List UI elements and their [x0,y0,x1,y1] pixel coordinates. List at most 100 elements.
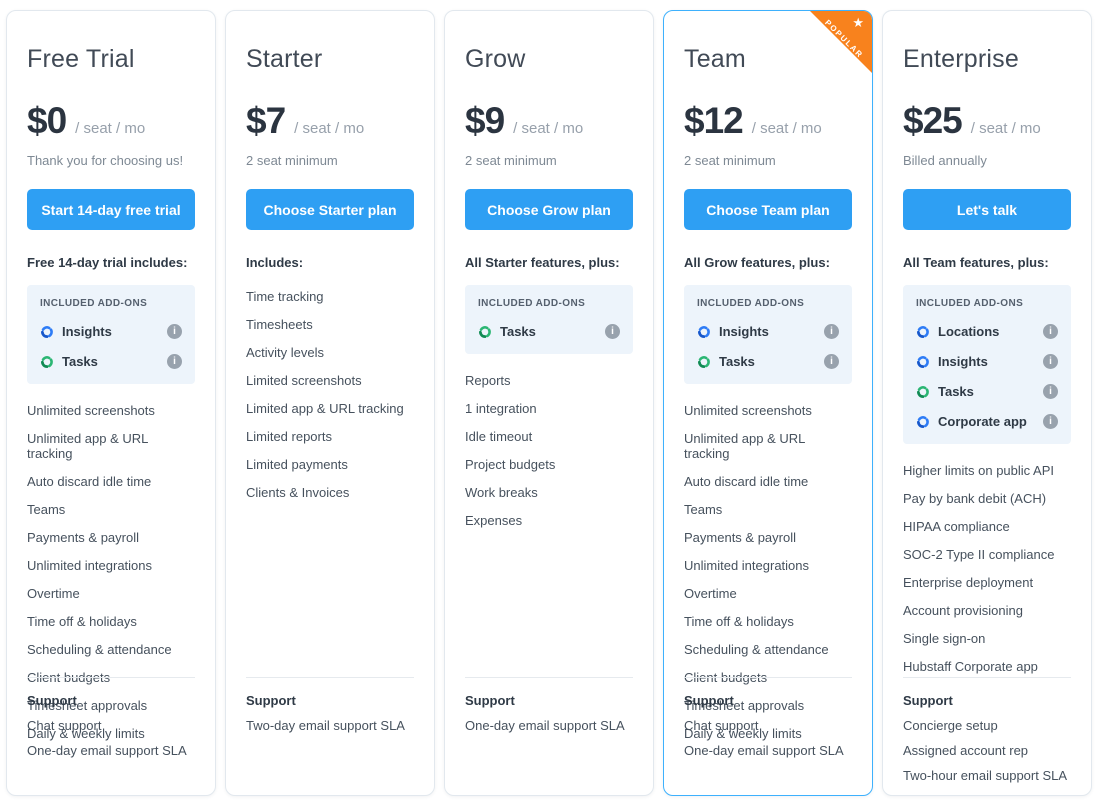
feature-item: Time tracking [246,283,414,311]
feature-item: Auto discard idle time [27,468,195,496]
plan-price: $9 [465,100,504,142]
price-note: 2 seat minimum [246,153,414,168]
support-item: One-day email support SLA [684,743,852,758]
feature-item: Reports [465,367,633,395]
addon-name: Corporate app [938,414,1027,429]
support-title: Support [465,693,633,708]
support-section: Support One-day email support SLA [465,677,633,733]
info-icon[interactable]: i [824,354,839,369]
feature-item: 1 integration [465,395,633,423]
addon-row: Tasks i [478,324,620,339]
price-row: $12 / seat / mo [684,100,852,142]
plan-title: Starter [246,45,414,74]
included-addons-title: INCLUDED ADD-ONS [916,298,1058,309]
feature-item: Single sign-on [903,625,1071,653]
included-addons-box: INCLUDED ADD-ONS Tasks i [465,285,633,354]
plan-cta-button[interactable]: Choose Starter plan [246,189,414,230]
plan-price: $12 [684,100,743,142]
feature-item: Teams [27,496,195,524]
feature-item: Time off & holidays [27,608,195,636]
feature-item: Limited reports [246,423,414,451]
addon-row: Insightsi [916,354,1058,369]
feature-item: Overtime [684,580,852,608]
plan-title: Grow [465,45,633,74]
info-icon[interactable]: i [605,324,620,339]
pricing-table: ★ POPULAR Free Trial $0 / seat / mo Than… [0,0,1098,806]
plan-title: Free Trial [27,45,195,74]
support-section: Support Concierge setupAssigned account … [903,677,1071,783]
support-item: Two-hour email support SLA [903,768,1071,783]
addon-name: Tasks [719,354,755,369]
feature-item: Unlimited integrations [27,552,195,580]
addon-row: Tasks i [916,384,1058,399]
feature-item: Overtime [27,580,195,608]
feature-item: Teams [684,496,852,524]
feature-item: HIPAA compliance [903,513,1071,541]
plan-price: $0 [27,100,66,142]
info-icon[interactable]: i [824,324,839,339]
plan-cta-button[interactable]: Start 14-day free trial [27,189,195,230]
info-icon[interactable]: i [167,324,182,339]
price-row: $9 / seat / mo [465,100,633,142]
info-icon[interactable]: i [167,354,182,369]
info-icon[interactable]: i [1043,324,1058,339]
addon-row: Tasksi [40,354,182,369]
addon-row: Insights i [697,324,839,339]
plan-cta-button[interactable]: Choose Grow plan [465,189,633,230]
addon-logo-icon [40,355,54,369]
includes-label: Free 14-day trial includes: [27,255,195,270]
support-section: Support Chat support One-day email suppor… [684,677,852,758]
support-item: One-day email support SLA [27,743,195,758]
feature-item: Idle timeout [465,423,633,451]
feature-item: Higher limits on public API [903,457,1071,485]
included-addons-box: INCLUDED ADD-ONS LocationsiInsightsiTask… [903,285,1071,444]
addon-name: Locations [938,324,999,339]
feature-item: Unlimited screenshots [27,397,195,425]
addon-row: Corporate app i [916,414,1058,429]
addon-name: Insights [62,324,112,339]
plan-card: ★ POPULAR Grow $9 / seat / mo 2 seat min… [444,10,654,796]
support-title: Support [903,693,1071,708]
includes-label: All Starter features, plus: [465,255,633,270]
price-unit: / seat / mo [294,120,364,137]
feature-item: Auto discard idle time [684,468,852,496]
info-icon[interactable]: i [1043,354,1058,369]
included-addons-title: INCLUDED ADD-ONS [40,298,182,309]
price-row: $25 / seat / mo [903,100,1071,142]
price-unit: / seat / mo [971,120,1041,137]
feature-item: Scheduling & attendance [684,636,852,664]
plan-cta-button[interactable]: Choose Team plan [684,189,852,230]
price-note: 2 seat minimum [684,153,852,168]
plan-price: $25 [903,100,962,142]
includes-label: All Grow features, plus: [684,255,852,270]
price-note: Thank you for choosing us! [27,153,195,168]
plan-title: Team [684,45,852,74]
plan-card: ★ POPULAR Starter $7 / seat / mo 2 seat … [225,10,435,796]
feature-item: Timesheets [246,311,414,339]
support-item: One-day email support SLA [465,718,633,733]
plan-card: ★ POPULAR Team $12 / seat / mo 2 seat mi… [663,10,873,796]
addon-name: Tasks [938,384,974,399]
included-addons-title: INCLUDED ADD-ONS [697,298,839,309]
feature-list: Reports1 integrationIdle timeoutProject … [465,367,633,535]
addon-name: Tasks [500,324,536,339]
feature-item: Limited payments [246,451,414,479]
support-item: Chat support [684,718,852,733]
includes-label: Includes: [246,255,414,270]
feature-item: Scheduling & attendance [27,636,195,664]
plan-title: Enterprise [903,45,1071,74]
addon-name: Insights [719,324,769,339]
addon-logo-icon [697,325,711,339]
info-icon[interactable]: i [1043,384,1058,399]
info-icon[interactable]: i [1043,414,1058,429]
plan-cta-button[interactable]: Let's talk [903,189,1071,230]
addon-logo-icon [916,415,930,429]
support-title: Support [246,693,414,708]
feature-item: Time off & holidays [684,608,852,636]
feature-list: Higher limits on public APIPay by bank d… [903,457,1071,681]
feature-item: Clients & Invoices [246,479,414,507]
support-item: Two-day email support SLA [246,718,414,733]
included-addons-title: INCLUDED ADD-ONS [478,298,620,309]
feature-item: Payments & payroll [684,524,852,552]
support-title: Support [684,693,852,708]
